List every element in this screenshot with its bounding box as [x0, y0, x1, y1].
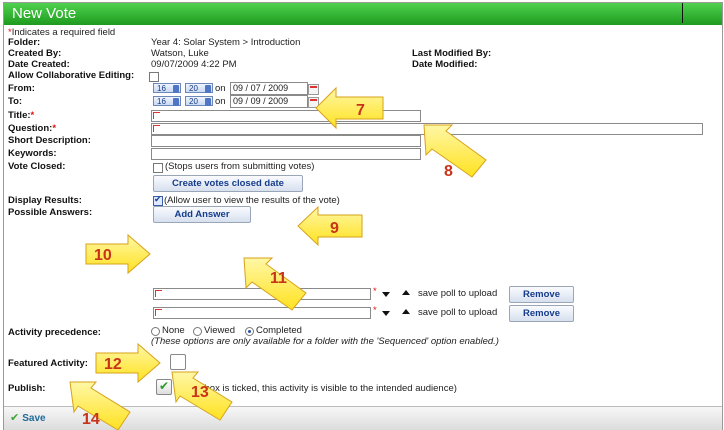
callout-13-arrow: 13 — [171, 371, 233, 421]
callout-14-label: 14 — [82, 411, 100, 428]
callout-12-label: 12 — [104, 356, 122, 373]
callout-14-arrow: 14 — [69, 381, 131, 430]
callout-8-arrow: 8 — [423, 124, 487, 180]
callout-12-arrow: 12 — [95, 342, 161, 384]
callout-11-label: 11 — [270, 270, 287, 287]
callout-13-label: 13 — [191, 384, 209, 401]
callout-11-arrow: 11 — [243, 257, 307, 311]
callout-9-label: 9 — [330, 220, 339, 237]
callout-8-label: 8 — [444, 163, 453, 180]
callout-10-arrow: 10 — [85, 233, 151, 275]
callout-7-arrow: 7 — [315, 86, 384, 130]
callout-10-label: 10 — [94, 247, 112, 264]
callout-overlay: 7 8 9 10 11 12 13 14 — [69, 86, 487, 430]
callout-7-label: 7 — [356, 102, 365, 119]
callout-9-arrow: 9 — [297, 205, 363, 247]
